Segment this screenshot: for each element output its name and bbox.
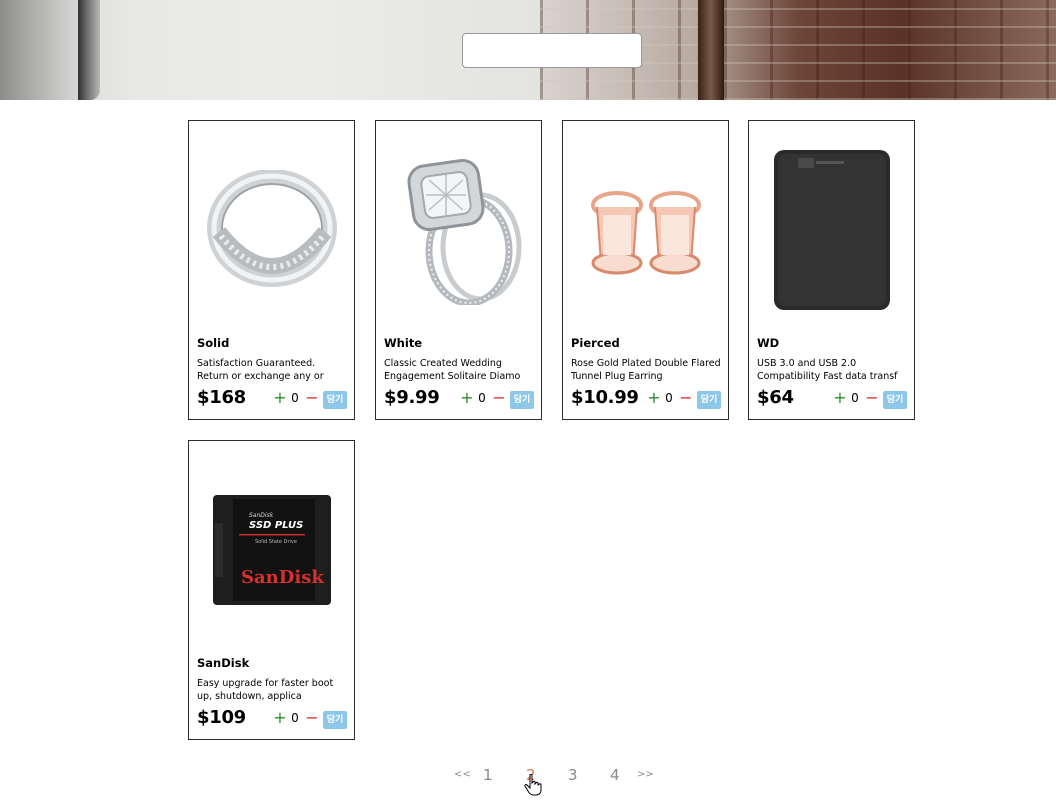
product-name[interactable]: WD <box>757 336 779 350</box>
external-hard-drive-image[interactable] <box>757 135 907 325</box>
ssd-drive-image[interactable]: SanDisk SSD PLUS Solid State Drive SanDi… <box>197 455 347 645</box>
quantity-value: 0 <box>851 391 859 405</box>
product-name[interactable]: SanDisk <box>197 656 249 670</box>
quantity-value: 0 <box>291 391 299 405</box>
svg-text:SanDisk: SanDisk <box>249 512 274 519</box>
page-link-1[interactable]: 1 <box>483 766 493 784</box>
product-card[interactable]: Pierced Rose Gold Plated Double Flared T… <box>562 120 729 420</box>
next-page-button[interactable]: >> <box>637 769 654 780</box>
hero-wood-post <box>698 0 724 100</box>
product-card[interactable]: SanDisk SSD PLUS Solid State Drive SanDi… <box>188 440 355 740</box>
product-name[interactable]: Pierced <box>571 336 620 350</box>
add-to-cart-button[interactable]: 담기 <box>323 711 347 729</box>
minus-icon[interactable]: − <box>679 389 693 407</box>
search-input[interactable] <box>462 33 642 68</box>
plus-icon[interactable]: + <box>833 389 847 407</box>
minus-icon[interactable]: − <box>865 389 879 407</box>
add-to-cart-button[interactable]: 담기 <box>323 391 347 409</box>
plus-icon[interactable]: + <box>460 389 474 407</box>
product-price: $109 <box>197 707 246 728</box>
add-to-cart-button[interactable]: 담기 <box>510 391 534 409</box>
product-description: Classic Created Wedding Engagement Solit… <box>384 358 521 382</box>
diamond-ring-set-image[interactable] <box>384 135 534 325</box>
prev-page-button[interactable]: << <box>454 769 471 780</box>
add-to-cart-button[interactable]: 담기 <box>697 391 721 409</box>
add-to-cart-button[interactable]: 담기 <box>883 391 907 409</box>
product-price: $64 <box>757 387 794 408</box>
hand-cursor-icon <box>524 774 542 796</box>
product-card[interactable]: Solid Satisfaction Guaranteed. Return or… <box>188 120 355 420</box>
svg-text:SanDisk: SanDisk <box>241 567 324 588</box>
product-name[interactable]: White <box>384 336 422 350</box>
quantity-value: 0 <box>478 391 486 405</box>
silver-ring-image[interactable] <box>197 135 347 325</box>
plus-icon[interactable]: + <box>273 389 287 407</box>
minus-icon[interactable]: − <box>305 709 319 727</box>
product-card[interactable]: WD USB 3.0 and USB 2.0 Compatibility Fas… <box>748 120 915 420</box>
product-description: Satisfaction Guaranteed. Return or excha… <box>197 358 324 382</box>
product-price: $10.99 <box>571 387 639 408</box>
quantity-value: 0 <box>665 391 673 405</box>
page-link-3[interactable]: 3 <box>568 766 578 784</box>
minus-icon[interactable]: − <box>492 389 506 407</box>
page-link-4[interactable]: 4 <box>610 766 620 784</box>
svg-text:SSD PLUS: SSD PLUS <box>249 520 303 531</box>
plus-icon[interactable]: + <box>273 709 287 727</box>
product-description: Easy upgrade for faster boot up, shutdow… <box>197 678 334 702</box>
svg-text:Solid State Drive: Solid State Drive <box>255 539 297 545</box>
plus-icon[interactable]: + <box>647 389 661 407</box>
product-price: $168 <box>197 387 246 408</box>
product-description: Rose Gold Plated Double Flared Tunnel Pl… <box>571 358 721 382</box>
hero-door-handle <box>78 0 100 100</box>
rose-gold-plugs-image[interactable] <box>571 135 721 325</box>
product-price: $9.99 <box>384 387 440 408</box>
product-name[interactable]: Solid <box>197 336 229 350</box>
minus-icon[interactable]: − <box>305 389 319 407</box>
hero-door-frame <box>0 0 80 100</box>
product-description: USB 3.0 and USB 2.0 Compatibility Fast d… <box>757 358 898 382</box>
quantity-value: 0 <box>291 711 299 725</box>
product-card[interactable]: White Classic Created Wedding Engagement… <box>375 120 542 420</box>
